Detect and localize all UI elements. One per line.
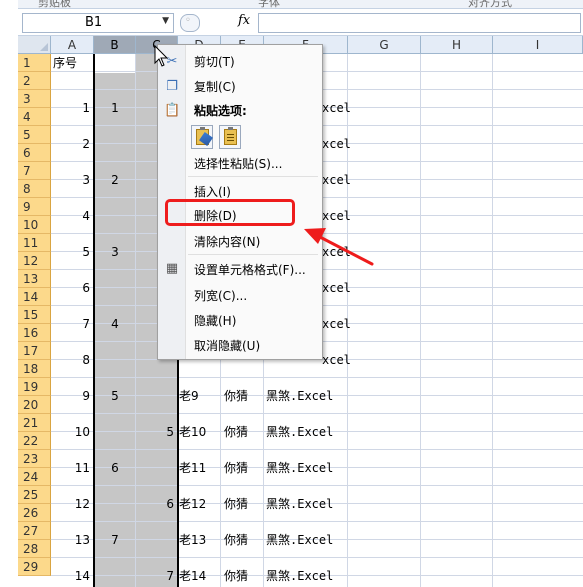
mouse-cursor-icon xyxy=(154,44,169,67)
excel-window: 剪贴板 字体 对齐方式 B1 ▼ ◦ fx A B C D E F G H I … xyxy=(0,0,583,587)
